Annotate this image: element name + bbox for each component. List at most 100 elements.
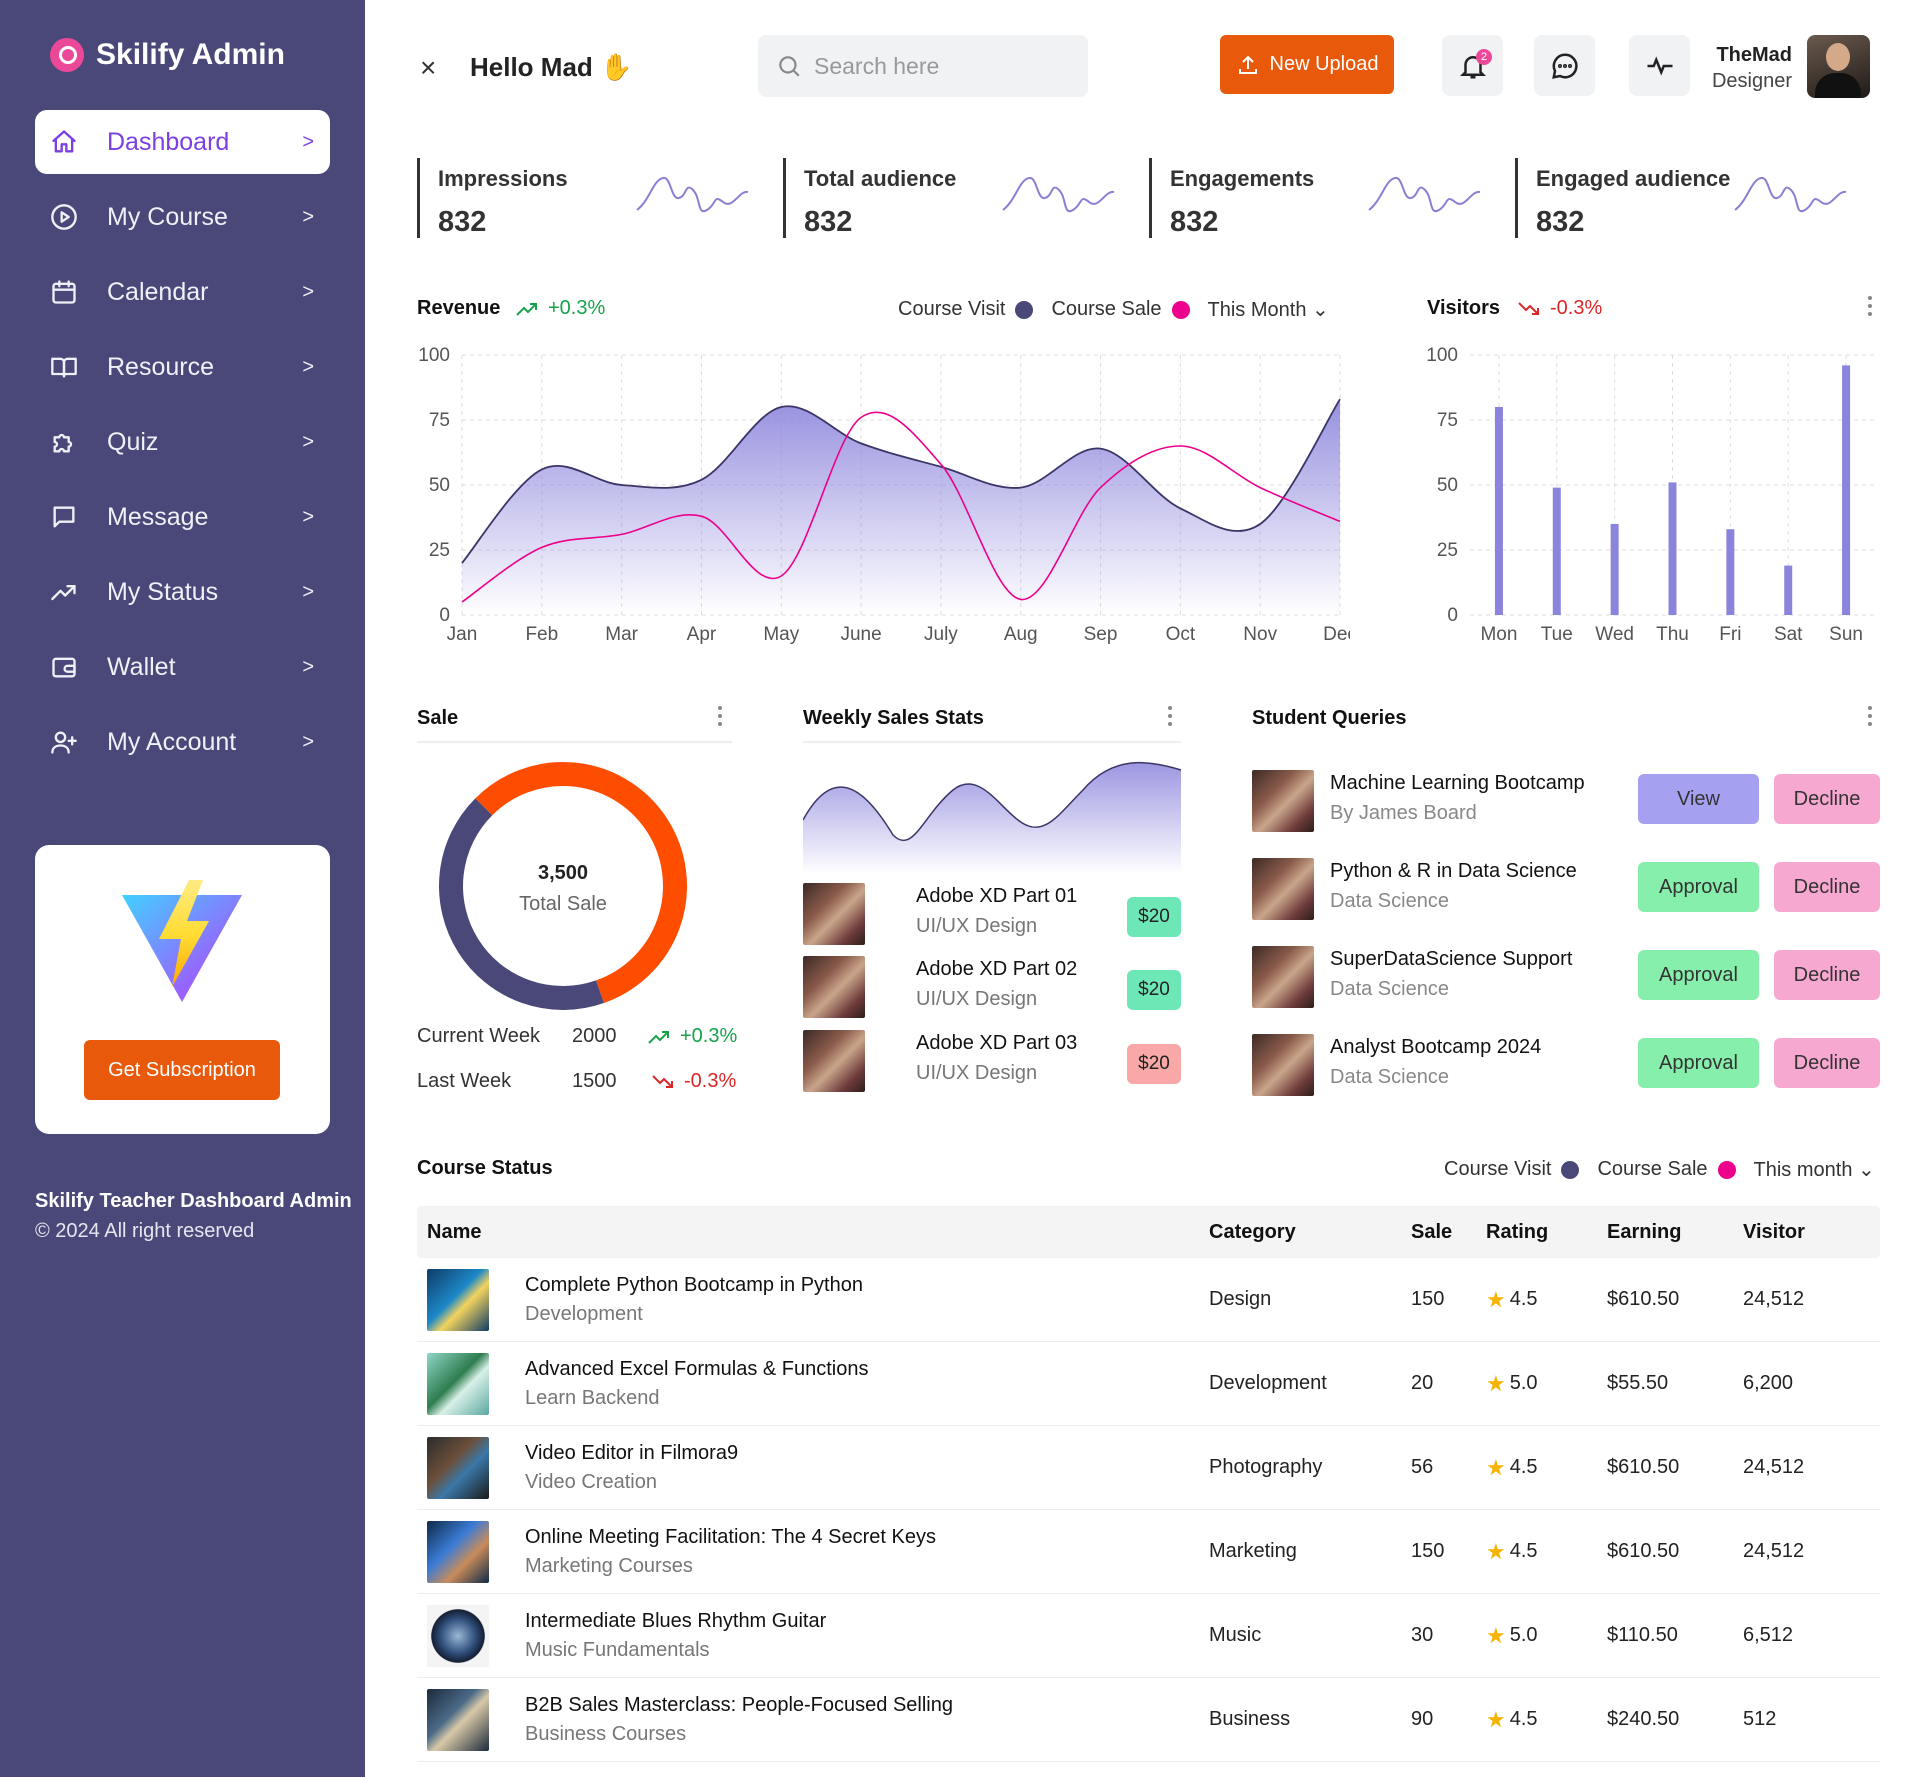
revenue-change: +0.3% (516, 297, 605, 320)
table-row[interactable]: Advanced Excel Formulas & Functions Learn… (417, 1342, 1880, 1426)
column-header[interactable]: Rating (1486, 1221, 1607, 1244)
sidebar-item-my-status[interactable]: My Status > (35, 560, 330, 624)
decline-button[interactable]: Decline (1774, 774, 1880, 824)
column-header[interactable]: Name (417, 1221, 1209, 1244)
sidebar-item-my-course[interactable]: My Course > (35, 185, 330, 249)
weekly-item-subtitle: UI/UX Design (916, 1062, 1038, 1084)
table-row[interactable]: Online Meeting Facilitation: The 4 Secre… (417, 1510, 1880, 1594)
course-subtitle: Music Fundamentals (525, 1638, 710, 1661)
decline-button[interactable]: Decline (1774, 862, 1880, 912)
legend-sale-dot (1171, 300, 1190, 319)
chat-button[interactable] (1534, 35, 1595, 96)
activity-button[interactable] (1629, 35, 1690, 96)
legend-visit-dot (1561, 1160, 1580, 1179)
y-tick-label: 0 (1447, 605, 1458, 626)
y-tick-label: 50 (1437, 475, 1458, 496)
x-tick-label: Sun (1829, 624, 1863, 645)
chevron-right-icon: > (302, 580, 314, 603)
approval-button[interactable]: Approval (1638, 862, 1759, 912)
weekly-item-title: Adobe XD Part 01 (916, 885, 1078, 907)
sidebar-item-my-account[interactable]: My Account > (35, 710, 330, 774)
visitors-menu-icon[interactable] (1865, 296, 1875, 320)
rating-value: 5.0 (1509, 1372, 1538, 1394)
star-icon: ★ (1486, 1538, 1506, 1564)
brand[interactable]: Skilify Admin (50, 38, 285, 72)
sale-cell: 150 (1411, 1288, 1445, 1310)
notification-button[interactable]: 2 (1442, 35, 1503, 96)
decline-button[interactable]: Decline (1774, 1038, 1880, 1088)
new-upload-button[interactable]: New Upload (1220, 35, 1394, 94)
y-tick-label: 75 (1437, 410, 1458, 431)
sidebar-item-wallet[interactable]: Wallet > (35, 635, 330, 699)
approval-button[interactable]: Approval (1638, 1038, 1759, 1088)
search-input[interactable] (814, 52, 1054, 80)
weekly-sales-item[interactable]: Adobe XD Part 01 UI/UX Design $20 (803, 883, 1183, 947)
column-header[interactable]: Earning (1607, 1221, 1743, 1244)
course-thumbnail (427, 1268, 489, 1331)
table-row[interactable]: Video Editor in Filmora9 Video Creation P… (417, 1426, 1880, 1510)
table-row[interactable]: Intermediate Blues Rhythm Guitar Music Fu… (417, 1594, 1880, 1678)
query-subtitle: Data Science (1330, 978, 1449, 1000)
sidebar-item-resource[interactable]: Resource > (35, 335, 330, 399)
sidebar-item-calendar[interactable]: Calendar > (35, 260, 330, 324)
subscription-card: Get Subscription (35, 845, 330, 1134)
table-row[interactable]: B2B Sales Masterclass: People-Focused Se… (417, 1678, 1880, 1762)
query-item: SuperDataScience Support Data Science Ap… (1252, 946, 1882, 1010)
weekly-sales-menu-icon[interactable] (1165, 706, 1175, 730)
rating-value: 4.5 (1509, 1540, 1538, 1562)
revenue-period-label: This Month (1207, 299, 1307, 321)
notification-badge: 2 (1476, 49, 1492, 65)
course-thumbnail (803, 883, 865, 945)
x-tick-label: Feb (525, 624, 558, 645)
y-tick-label: 50 (429, 475, 450, 496)
student-queries-menu-icon[interactable] (1865, 706, 1875, 730)
price-badge: $20 (1127, 897, 1181, 937)
avatar[interactable] (1807, 35, 1870, 98)
column-header[interactable]: Category (1209, 1221, 1411, 1244)
sidebar: Skilify Admin Dashboard > My Course > Ca… (0, 0, 365, 1777)
sidebar-item-label: My Account (107, 727, 237, 756)
category-cell: Music (1209, 1624, 1262, 1646)
sparkline (1368, 177, 1481, 213)
sale-cell: 150 (1411, 1540, 1445, 1562)
decline-button[interactable]: Decline (1774, 950, 1880, 1000)
revenue-legend: Course Visit Course Sale This Month ⌄ (898, 297, 1329, 322)
kpi-card: Engaged audience 832 (1515, 158, 1855, 238)
course-name: Online Meeting Facilitation: The 4 Secre… (525, 1525, 936, 1548)
x-tick-label: Tue (1541, 624, 1573, 645)
star-icon: ★ (1486, 1370, 1506, 1396)
view-button[interactable]: View (1638, 774, 1759, 824)
wallet-icon (49, 652, 79, 682)
sidebar-item-quiz[interactable]: Quiz > (35, 410, 330, 474)
course-thumbnail (427, 1604, 489, 1667)
get-subscription-button[interactable]: Get Subscription (84, 1040, 280, 1100)
course-status-legend: Course Visit Course Sale This month ⌄ (1444, 1157, 1875, 1182)
query-thumbnail (1252, 858, 1314, 920)
sale-menu-icon[interactable] (715, 706, 725, 730)
user-role: Designer (1711, 70, 1792, 92)
query-thumbnail (1252, 946, 1314, 1008)
revenue-period-dropdown[interactable]: This Month ⌄ (1208, 297, 1329, 322)
x-tick-label: June (840, 624, 881, 645)
new-upload-label: New Upload (1269, 53, 1379, 75)
course-status-period-dropdown[interactable]: This month ⌄ (1754, 1157, 1875, 1182)
visitor-cell: 512 (1743, 1708, 1777, 1730)
table-header: Name Category Sale Rating Earning Visito… (417, 1206, 1880, 1258)
column-header[interactable]: Visitor (1743, 1221, 1880, 1244)
vite-logo-icon (122, 880, 242, 1002)
approval-button[interactable]: Approval (1638, 950, 1759, 1000)
column-header[interactable]: Sale (1411, 1221, 1486, 1244)
y-tick-label: 75 (429, 410, 450, 431)
search-bar[interactable] (758, 35, 1088, 97)
query-thumbnail (1252, 1034, 1314, 1096)
sale-cell: 56 (1411, 1456, 1434, 1478)
trend-down-icon (1518, 301, 1539, 315)
close-icon[interactable]: × (420, 52, 436, 84)
weekly-sales-item[interactable]: Adobe XD Part 03 UI/UX Design $20 (803, 1030, 1183, 1094)
sidebar-item-dashboard[interactable]: Dashboard > (35, 110, 330, 174)
table-row[interactable]: Complete Python Bootcamp in Python Develo… (417, 1258, 1880, 1342)
weekly-sales-item[interactable]: Adobe XD Part 02 UI/UX Design $20 (803, 956, 1183, 1020)
course-thumbnail (803, 1030, 865, 1092)
sidebar-item-message[interactable]: Message > (35, 485, 330, 549)
course-name-cell: B2B Sales Masterclass: People-Focused Se… (417, 1688, 1209, 1751)
